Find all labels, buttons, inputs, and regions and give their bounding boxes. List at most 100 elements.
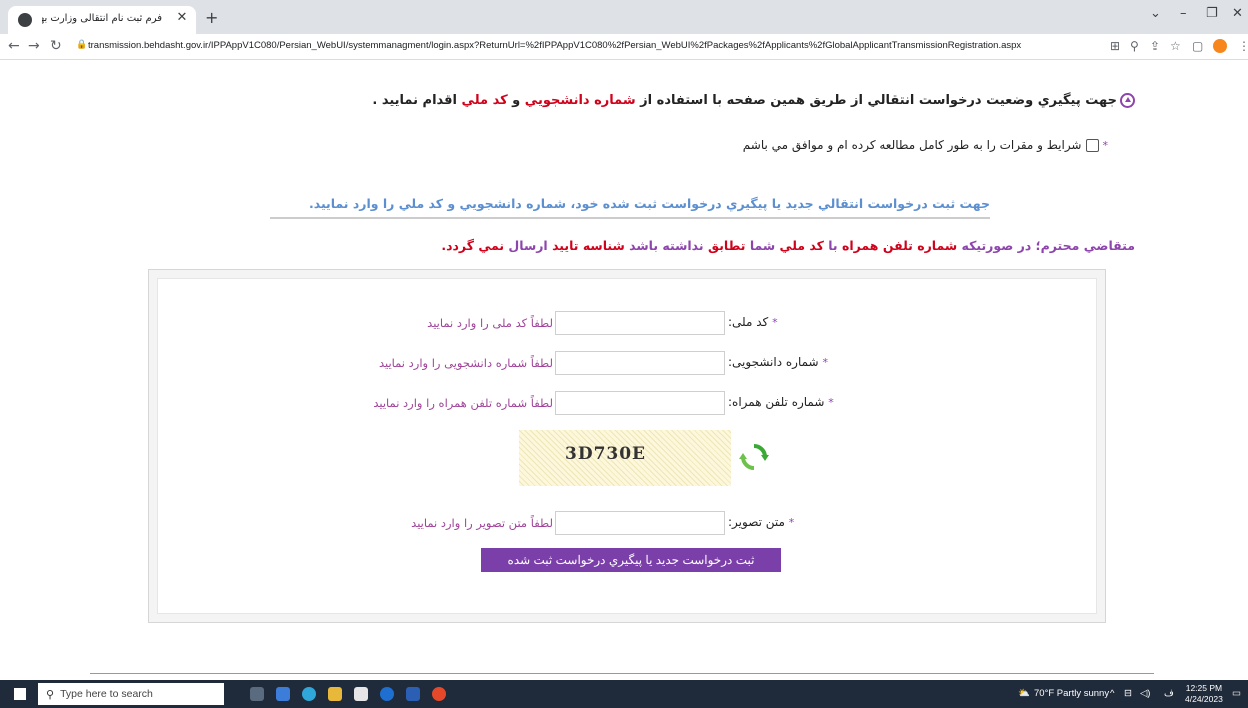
volume-icon[interactable]: ◁) [1140,688,1150,699]
national-code-label: * كد ملی: [728,315,778,329]
windows-start-icon[interactable] [14,688,26,700]
word-icon[interactable] [406,687,420,701]
captcha-row: * متن تصویر: لطفاً متن تصویر را وارد نما… [158,511,1098,535]
tray-chevron-icon[interactable]: ^ [1110,688,1114,699]
restore-icon[interactable]: ❐ [1206,6,1218,21]
instructions: جهت ثبت درخواست انتقالي جديد يا پيگيري د… [270,196,990,219]
warning-match: تطابق [707,238,746,253]
minimize-icon[interactable]: – [1180,6,1187,21]
menu-icon[interactable]: ⋮ [1238,39,1248,53]
mobile-input[interactable] [555,391,725,415]
terms-row: * شرايط و مقرات را به طور كامل مطالعه كر… [743,138,1108,152]
national-code-input[interactable] [555,311,725,335]
address-bar: ← → ↻ 🔒 transmission.behdasht.gov.ir/IPP… [0,34,1248,60]
national-code-row: * كد ملی: لطفاً كد ملی را وارد نمایید [158,311,1098,335]
warning-not-sent: نمي گردد. [441,238,505,253]
news-icon[interactable] [276,687,290,701]
notice-text: جهت پيگيري وضعيت درخواست انتقالي از طريق… [635,93,1117,108]
sidebar-icon[interactable]: ▢ [1192,39,1203,53]
reload-icon[interactable]: ↻ [50,38,62,54]
captcha-input[interactable] [555,511,725,535]
required-mark: * [772,316,778,329]
forward-icon[interactable]: → [28,38,40,54]
student-number-row: * شماره دانشجویی: لطفاً شماره دانشجویی ر… [158,351,1098,375]
mobile-hint: لطفاً شماره تلفن همراه را وارد نمایید [373,396,553,410]
chrome-icon[interactable] [432,687,446,701]
notice-text-end: اقدام نماييد . [372,93,462,108]
required-mark: * [1102,138,1109,152]
close-tab-icon[interactable]: ✕ [174,10,190,25]
warning-text: نداشته باشد [624,238,708,253]
chrome-favicon-icon [18,13,32,27]
warning-text: متقاضي محترم؛ در صورتيكه [957,238,1135,253]
lock-icon[interactable]: 🔒 [76,40,87,50]
url-field[interactable]: transmission.behdasht.gov.ir/IPPAppV1C08… [88,40,1088,51]
registration-form: * كد ملی: لطفاً كد ملی را وارد نمایید * … [157,278,1097,614]
page-content: جهت پيگيري وضعيت درخواست انتقالي از طريق… [0,60,1248,680]
clock-time: 12:25 PM [1185,683,1223,693]
search-placeholder: Type here to search [60,688,153,700]
edge-browser-icon[interactable] [302,687,316,701]
new-tab-icon[interactable]: + [205,8,218,27]
language-icon[interactable]: ف [1164,688,1174,699]
captcha-label-text: متن تصویر: [728,515,785,529]
student-number-input[interactable] [555,351,725,375]
weather-icon[interactable]: ⛅ [1018,688,1030,699]
browser-tab-bar: فرم ثبت نام انتقالی وزارت بهداشت ✕ + ⌄ –… [0,0,1248,34]
bookmark-star-icon[interactable]: ☆ [1170,39,1181,53]
notice-national-code: كد ملي [461,93,508,108]
profile-avatar[interactable] [1213,39,1227,53]
student-number-label-text: شماره دانشجویی: [728,355,819,369]
weather-text[interactable]: 70°F Partly sunny [1034,688,1109,699]
footer-divider [90,673,1154,674]
student-number-hint: لطفاً شماره دانشجویی را وارد نمایید [378,356,553,370]
translate-icon[interactable]: ⊞ [1110,39,1120,53]
notice-and: و [507,93,525,108]
mobile-row: * شماره تلفن همراه: لطفاً شماره تلفن همر… [158,391,1098,415]
terms-label: شرايط و مقرات را به طور كامل مطالعه كرده… [742,138,1082,152]
file-explorer-icon[interactable] [328,687,342,701]
search-icon: ⚲ [46,687,55,701]
back-icon[interactable]: ← [8,38,20,54]
tab-title: فرم ثبت نام انتقالی وزارت بهداشت [42,13,162,24]
captcha-image: 3D730E [519,430,731,486]
network-icon[interactable]: ⊟ [1124,688,1132,699]
captcha-label: * متن تصویر: [728,515,794,529]
notice-student-number: شماره دانشجويي [524,93,636,108]
tracking-notice: جهت پيگيري وضعيت درخواست انتقالي از طريق… [372,93,1135,108]
national-code-label-text: كد ملی: [728,315,769,329]
internet-explorer-icon[interactable] [380,687,394,701]
mobile-warning: متقاضي محترم؛ در صورتيكه شماره تلفن همرا… [441,238,1135,253]
required-mark: * [788,516,795,529]
clock-date: 4/24/2023 [1185,694,1223,704]
browser-tab[interactable]: فرم ثبت نام انتقالی وزارت بهداشت ✕ [8,6,196,34]
warning-confirmation-id: شناسه تاييد [552,238,625,253]
warning-text: با [823,238,842,253]
terms-checkbox[interactable] [1085,138,1099,152]
required-mark: * [828,396,834,409]
taskbar-search[interactable]: ⚲ Type here to search [38,683,224,705]
captcha-text: 3D730E [565,444,647,464]
refresh-captcha-icon[interactable] [738,441,770,473]
up-arrow-circle-icon [1120,93,1135,108]
warning-national-code: كد ملي [779,238,824,253]
zoom-icon[interactable]: ⚲ [1130,39,1139,53]
clock[interactable]: 12:25 PM 4/24/2023 [1185,683,1223,705]
mail-icon[interactable] [354,687,368,701]
tab-search-chevron-icon[interactable]: ⌄ [1150,6,1161,21]
submit-button[interactable]: ثبت درخواست جديد يا پيگيري درخواست ثبت ش… [481,548,781,572]
task-view-icon[interactable] [250,687,264,701]
required-mark: * [822,356,828,369]
warning-text: ارسال [504,238,553,253]
notifications-icon[interactable]: ▭ [1232,688,1241,699]
warning-phone: شماره تلفن همراه [841,238,958,253]
registration-form-panel: * كد ملی: لطفاً كد ملی را وارد نمایید * … [148,269,1106,623]
share-icon[interactable]: ⇪ [1150,39,1160,53]
mobile-label: * شماره تلفن همراه: [728,395,834,409]
taskbar: ⚲ Type here to search ⛅ 70°F Partly sunn… [0,680,1248,708]
close-window-icon[interactable]: ✕ [1232,6,1243,21]
national-code-hint: لطفاً كد ملی را وارد نمایید [427,316,553,330]
warning-text: شما [745,238,780,253]
captcha-hint: لطفاً متن تصویر را وارد نمایید [411,516,553,530]
mobile-label-text: شماره تلفن همراه: [728,395,825,409]
